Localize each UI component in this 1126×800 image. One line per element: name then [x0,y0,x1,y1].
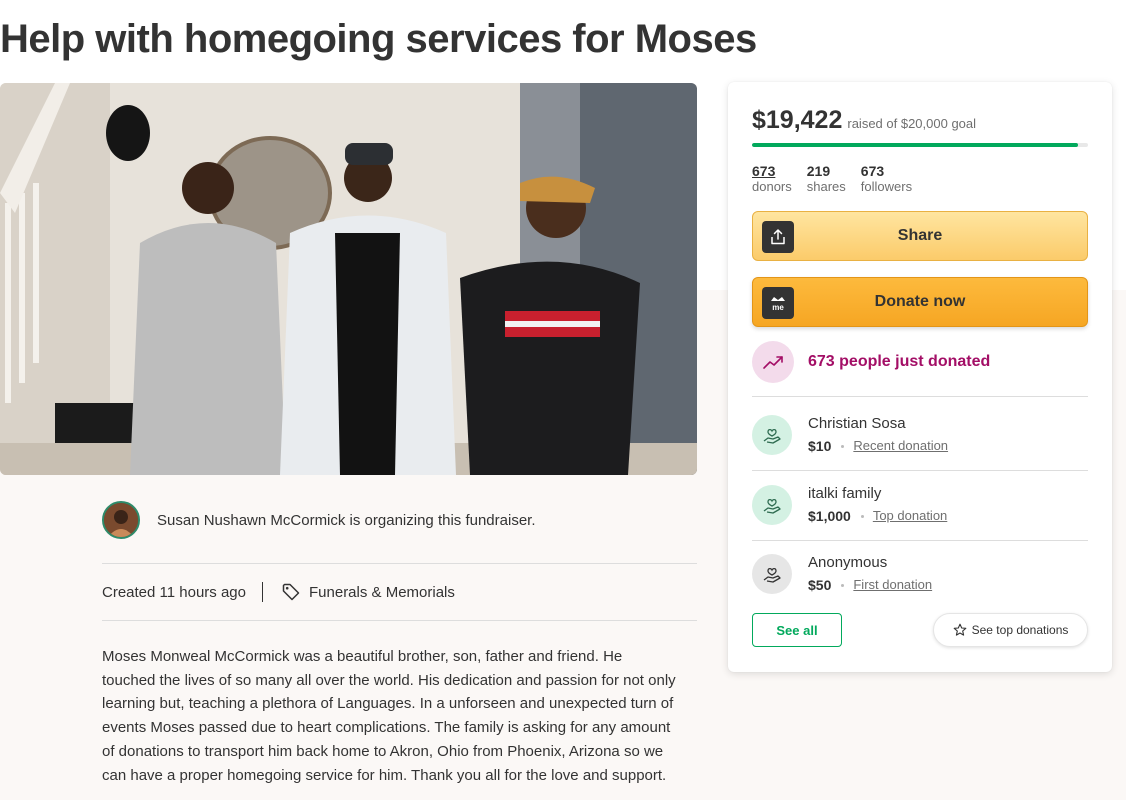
page-title: Help with homegoing services for Moses [0,17,757,61]
story-line: touched the lives of so many all over th… [102,671,676,689]
created-date: Created 11 hours ago [102,583,246,601]
svg-text:me: me [772,303,784,312]
donation-sidebar-card: $19,422 raised of $20,000 goal 673 donor… [728,82,1112,672]
donate-label: Donate now [874,293,966,310]
followers-count: 673 [860,163,885,179]
goal-text: raised of $20,000 goal [847,116,977,131]
donors-label: donors [752,179,792,194]
story-line: of donations to transport him back home … [102,742,664,760]
dot-separator [860,514,864,518]
raised-summary: $19,422 raised of $20,000 goal [752,106,976,135]
see-all-button[interactable]: See all [752,613,842,647]
trending-up-icon [752,341,794,383]
shares-label: shares [806,179,846,194]
stat-donors[interactable]: 673 donors [752,163,792,195]
hand-heart-icon [752,554,792,594]
donation-info: italki family $1,000 Top donation [808,484,947,526]
see-top-donations-button[interactable]: See top donations [933,613,1088,647]
donor-name: Christian Sosa [808,415,906,432]
donation-type-link[interactable]: First donation [853,575,932,595]
donation-detail: $1,000 Top donation [808,506,947,526]
donor-name: italki family [808,485,882,502]
organizer-avatar[interactable] [102,501,140,539]
share-button[interactable]: Share [752,211,1088,261]
donation-type-link[interactable]: Top donation [873,506,947,526]
organizer-row: Susan Nushawn McCormick is organizing th… [102,500,697,540]
shares-count: 219 [806,163,831,179]
dot-separator [841,444,845,448]
see-top-label: See top donations [971,623,1069,637]
organizer-text: Susan Nushawn McCormick is organizing th… [157,511,536,529]
story-line: Moses Monweal McCormick was a beautiful … [102,648,623,665]
donation-detail: $10 Recent donation [808,436,948,456]
progress-bar [752,143,1088,147]
dot-separator [841,583,845,587]
donation-type-link[interactable]: Recent donation [853,436,948,456]
divider [752,396,1088,397]
donation-item: italki family $1,000 Top donation [752,483,1088,527]
share-label: Share [897,227,943,244]
donation-info: Anonymous $50 First donation [808,553,932,595]
recent-donations-text: 673 people just donated [808,353,991,370]
divider [102,563,697,564]
campaign-story: Moses Monweal McCormick was a beautiful … [102,645,702,787]
donation-amount: $10 [808,438,832,454]
donation-detail: $50 First donation [808,575,932,595]
recent-donations-banner[interactable]: 673 people just donated [752,341,1088,383]
campaign-meta: Created 11 hours ago Funerals & Memorial… [102,578,455,606]
gofundme-logo-icon: me [762,287,794,319]
stats-row: 673 donors 219 shares 673 followers [752,163,927,195]
hand-heart-icon [752,485,792,525]
donors-count[interactable]: 673 [752,163,792,179]
star-icon [953,623,966,636]
donation-info: Christian Sosa $10 Recent donation [808,414,948,456]
progress-fill [752,143,1079,147]
story-line: events Moses passed due to heart complic… [102,719,671,737]
campaign-photo [0,83,697,475]
divider [752,540,1088,541]
donation-amount: $50 [808,577,832,593]
raised-amount: $19,422 [752,106,843,134]
stat-shares: 219 shares [807,163,846,195]
stat-followers: 673 followers [861,163,912,195]
story-line: learning but, teaching a plethora of Lan… [102,695,674,713]
story-line: can have a proper homegoing service for … [102,766,667,784]
followers-label: followers [860,179,913,194]
donation-amount: $1,000 [808,508,851,524]
divider [102,620,697,621]
donate-now-button[interactable]: me Donate now [752,277,1088,327]
divider [752,470,1088,471]
donation-item: Anonymous $50 First donation [752,552,1088,596]
donor-name: Anonymous [808,554,888,571]
tag-icon [282,583,300,601]
campaign-hero-image[interactable] [0,83,697,475]
share-upload-icon [762,221,794,253]
hand-heart-icon [752,415,792,455]
meta-separator [262,582,263,602]
donation-item: Christian Sosa $10 Recent donation [752,413,1088,457]
category-link[interactable]: Funerals & Memorials [309,584,455,601]
